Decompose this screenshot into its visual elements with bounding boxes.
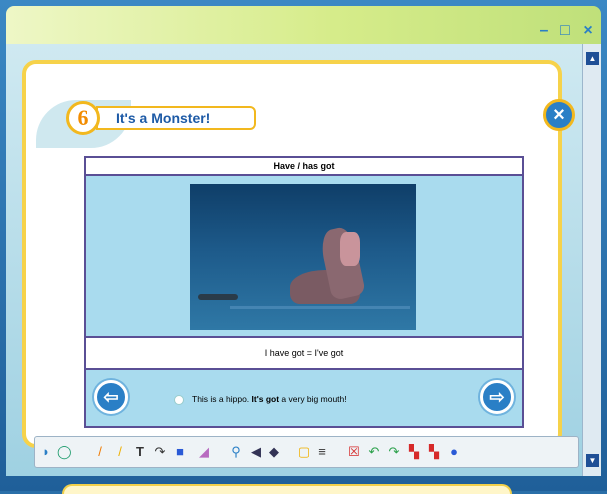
bookmark-red-icon[interactable]: ▚ <box>407 445 421 459</box>
minimize-button[interactable]: – <box>536 23 552 39</box>
close-window-button[interactable]: × <box>580 23 596 39</box>
content-area: It's a Monster! 6 × Have / has got I hav… <box>6 44 582 476</box>
zoom-icon[interactable]: ⚲ <box>229 445 243 459</box>
vertical-scrollbar[interactable]: ▲ ▼ <box>582 44 601 476</box>
delete-icon[interactable]: ≡ <box>315 445 329 459</box>
clear-icon[interactable]: ☒ <box>347 445 361 459</box>
app-window: – □ × It's a Monster! 6 × Have / has got… <box>0 0 607 494</box>
pen-icon[interactable]: / <box>93 445 107 459</box>
caption: This is a hippo. It's got a very big mou… <box>174 391 444 407</box>
hippo-mouth-shape <box>340 232 360 266</box>
pointer-icon[interactable]: ◗ <box>39 445 53 459</box>
undo-icon[interactable]: ↶ <box>367 445 381 459</box>
unit-title: It's a Monster! <box>96 106 256 130</box>
next-button[interactable]: ⇨ <box>480 380 514 414</box>
panel-heading: Have / has got <box>86 158 522 176</box>
highlighter-icon[interactable]: / <box>113 445 127 459</box>
scroll-down-arrow[interactable]: ▼ <box>586 454 599 467</box>
caption-text-bold: It's got <box>251 394 280 404</box>
drawing-toolbar: ◗ ◯ / / T ↷ ■ ◢ ⚲ ◀ ◆ ▢ ≡ ☒ ↶ ↷ ▚ ▚ ● <box>34 436 579 468</box>
hippo-photo <box>190 184 416 330</box>
caption-text-start: This is a hippo. <box>192 394 252 404</box>
close-lesson-button[interactable]: × <box>543 99 575 131</box>
curve-icon[interactable]: ↷ <box>153 445 167 459</box>
grammar-panel: Have / has got I have got = I've got ⇦ T… <box>84 156 524 428</box>
water-ripple <box>230 306 410 309</box>
maximize-button[interactable]: □ <box>557 23 573 39</box>
crocodile-shape <box>198 294 238 300</box>
caption-text-end: a very big mouth! <box>279 394 347 404</box>
previous-button[interactable]: ⇦ <box>94 380 128 414</box>
bottom-panel-edge <box>62 484 512 494</box>
grammar-sentence: I have got = I've got <box>86 336 522 370</box>
spotlight-icon[interactable]: ◆ <box>267 445 281 459</box>
title-bar: – □ × <box>6 6 601 44</box>
help-icon[interactable]: ● <box>447 445 461 459</box>
select-icon[interactable]: ▢ <box>297 445 311 459</box>
bookmark-red-icon-2[interactable]: ▚ <box>427 445 441 459</box>
reveal-icon[interactable]: ◀ <box>249 445 263 459</box>
text-icon[interactable]: T <box>133 445 147 459</box>
speaker-icon[interactable] <box>174 394 184 405</box>
unit-number-badge: 6 <box>66 101 100 135</box>
redo-icon[interactable]: ↷ <box>387 445 401 459</box>
lasso-icon[interactable]: ◯ <box>57 445 72 459</box>
eraser-icon[interactable]: ◢ <box>197 445 211 459</box>
scroll-up-arrow[interactable]: ▲ <box>586 52 599 65</box>
shape-icon[interactable]: ■ <box>173 445 187 459</box>
